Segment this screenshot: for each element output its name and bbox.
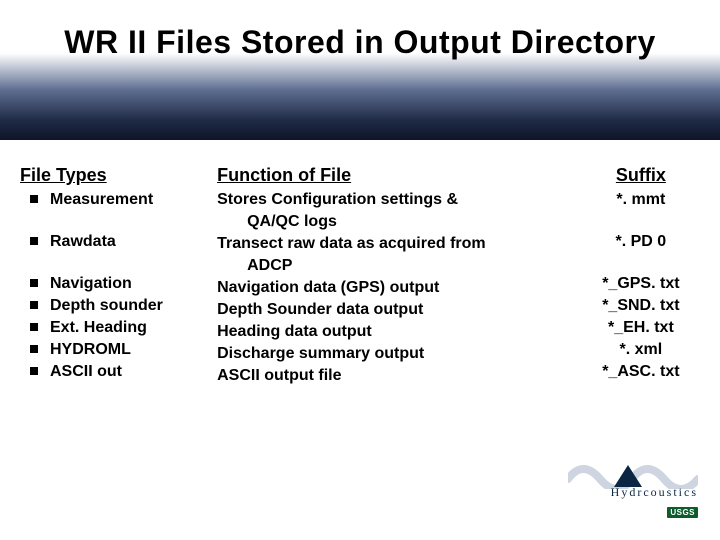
- footer-logo: Hydr​coustics USGS: [568, 463, 698, 520]
- suffix-text: *_GPS. txt: [582, 274, 700, 294]
- function-text: Transect raw data as acquired from: [217, 234, 582, 254]
- usgs-text: USGS: [667, 507, 698, 518]
- header-file-types: File Types: [20, 165, 217, 186]
- suffix-text: *_ASC. txt: [582, 362, 700, 382]
- type-label: Navigation: [50, 274, 217, 294]
- type-label: HYDROML: [50, 340, 217, 360]
- usgs-badge: USGS: [667, 502, 698, 520]
- list-item: Navigation: [20, 274, 217, 294]
- function-text: Discharge summary output: [217, 344, 582, 364]
- bullet-icon: [30, 195, 38, 203]
- bullet-icon: [30, 345, 38, 353]
- list-item: Depth sounder: [20, 296, 217, 316]
- brand-right: coustics: [643, 485, 698, 499]
- type-label: Rawdata: [50, 232, 217, 252]
- function-text: ADCP: [217, 256, 582, 276]
- suffix-text: *. mmt: [582, 190, 700, 210]
- content-area: File Types Measurement Rawdata Navigatio…: [20, 165, 700, 388]
- bullet-icon: [30, 237, 38, 245]
- suffix-text: *_EH. txt: [582, 318, 700, 338]
- type-label: Measurement: [50, 190, 217, 210]
- column-suffix: Suffix *. mmt *. PD 0 *_GPS. txt *_SND. …: [582, 165, 700, 388]
- suffix-text: *. xml: [582, 340, 700, 360]
- header-suffix: Suffix: [582, 165, 700, 186]
- bullet-icon: [30, 279, 38, 287]
- bullet-icon: [30, 367, 38, 375]
- list-item: HYDROML: [20, 340, 217, 360]
- suffix-text: *. PD 0: [582, 232, 700, 252]
- type-label: ASCII out: [50, 362, 217, 382]
- type-label: Ext. Heading: [50, 318, 217, 338]
- brand-text: Hydr​coustics: [611, 485, 698, 500]
- brand-left: Hydr: [611, 485, 644, 499]
- slide-title: WR II Files Stored in Output Directory: [0, 24, 720, 61]
- suffix-text: *_SND. txt: [582, 296, 700, 316]
- bullet-icon: [30, 301, 38, 309]
- bullet-icon: [30, 323, 38, 331]
- function-text: QA/QC logs: [217, 212, 582, 232]
- list-item: ASCII out: [20, 362, 217, 382]
- slide: WR II Files Stored in Output Directory F…: [0, 0, 720, 540]
- list-item: Ext. Heading: [20, 318, 217, 338]
- column-file-types: File Types Measurement Rawdata Navigatio…: [20, 165, 217, 388]
- function-text: Depth Sounder data output: [217, 300, 582, 320]
- list-item: Rawdata: [20, 232, 217, 252]
- function-text: ASCII output file: [217, 366, 582, 386]
- function-text: Heading data output: [217, 322, 582, 342]
- function-text: Navigation data (GPS) output: [217, 278, 582, 298]
- function-text: Stores Configuration settings &: [217, 190, 582, 210]
- type-label: Depth sounder: [50, 296, 217, 316]
- list-item: Measurement: [20, 190, 217, 210]
- header-function: Function of File: [217, 165, 582, 186]
- title-band: WR II Files Stored in Output Directory: [0, 0, 720, 140]
- column-function: Function of File Stores Configuration se…: [217, 165, 582, 388]
